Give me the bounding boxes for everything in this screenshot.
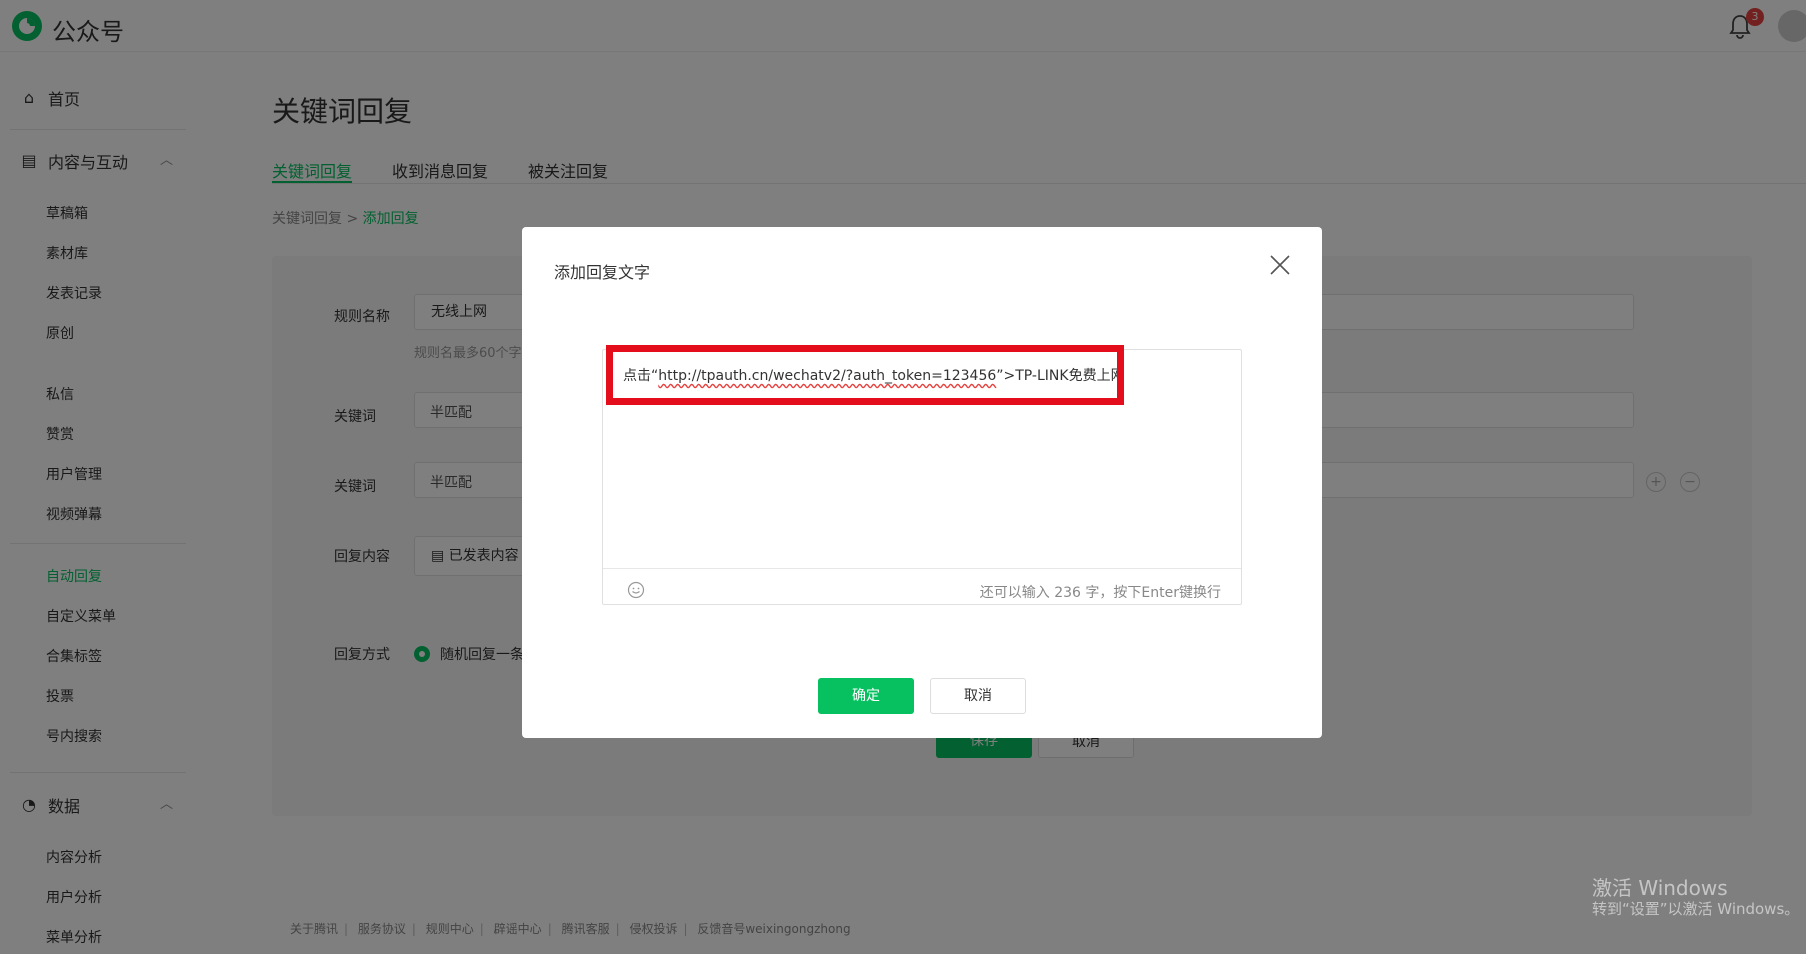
windows-activation-hint: 转到“设置”以激活 Windows。 [1592,900,1800,918]
editor-toolbar-divider [603,568,1241,569]
close-icon[interactable] [1268,253,1292,277]
add-reply-text-dialog: 添加回复文字 点击“http://tpauth.cn/wechatv2/?aut… [522,227,1322,738]
dialog-title: 添加回复文字 [554,263,651,282]
annotation-highlight-box [606,345,1124,405]
char-counter: 还可以输入 236 字，按下Enter键换行 [979,585,1221,601]
confirm-button[interactable]: 确定 [818,678,914,714]
windows-activation-title: 激活 Windows [1592,876,1728,900]
dialog-cancel-button[interactable]: 取消 [930,678,1026,714]
emoji-icon[interactable] [627,581,645,599]
